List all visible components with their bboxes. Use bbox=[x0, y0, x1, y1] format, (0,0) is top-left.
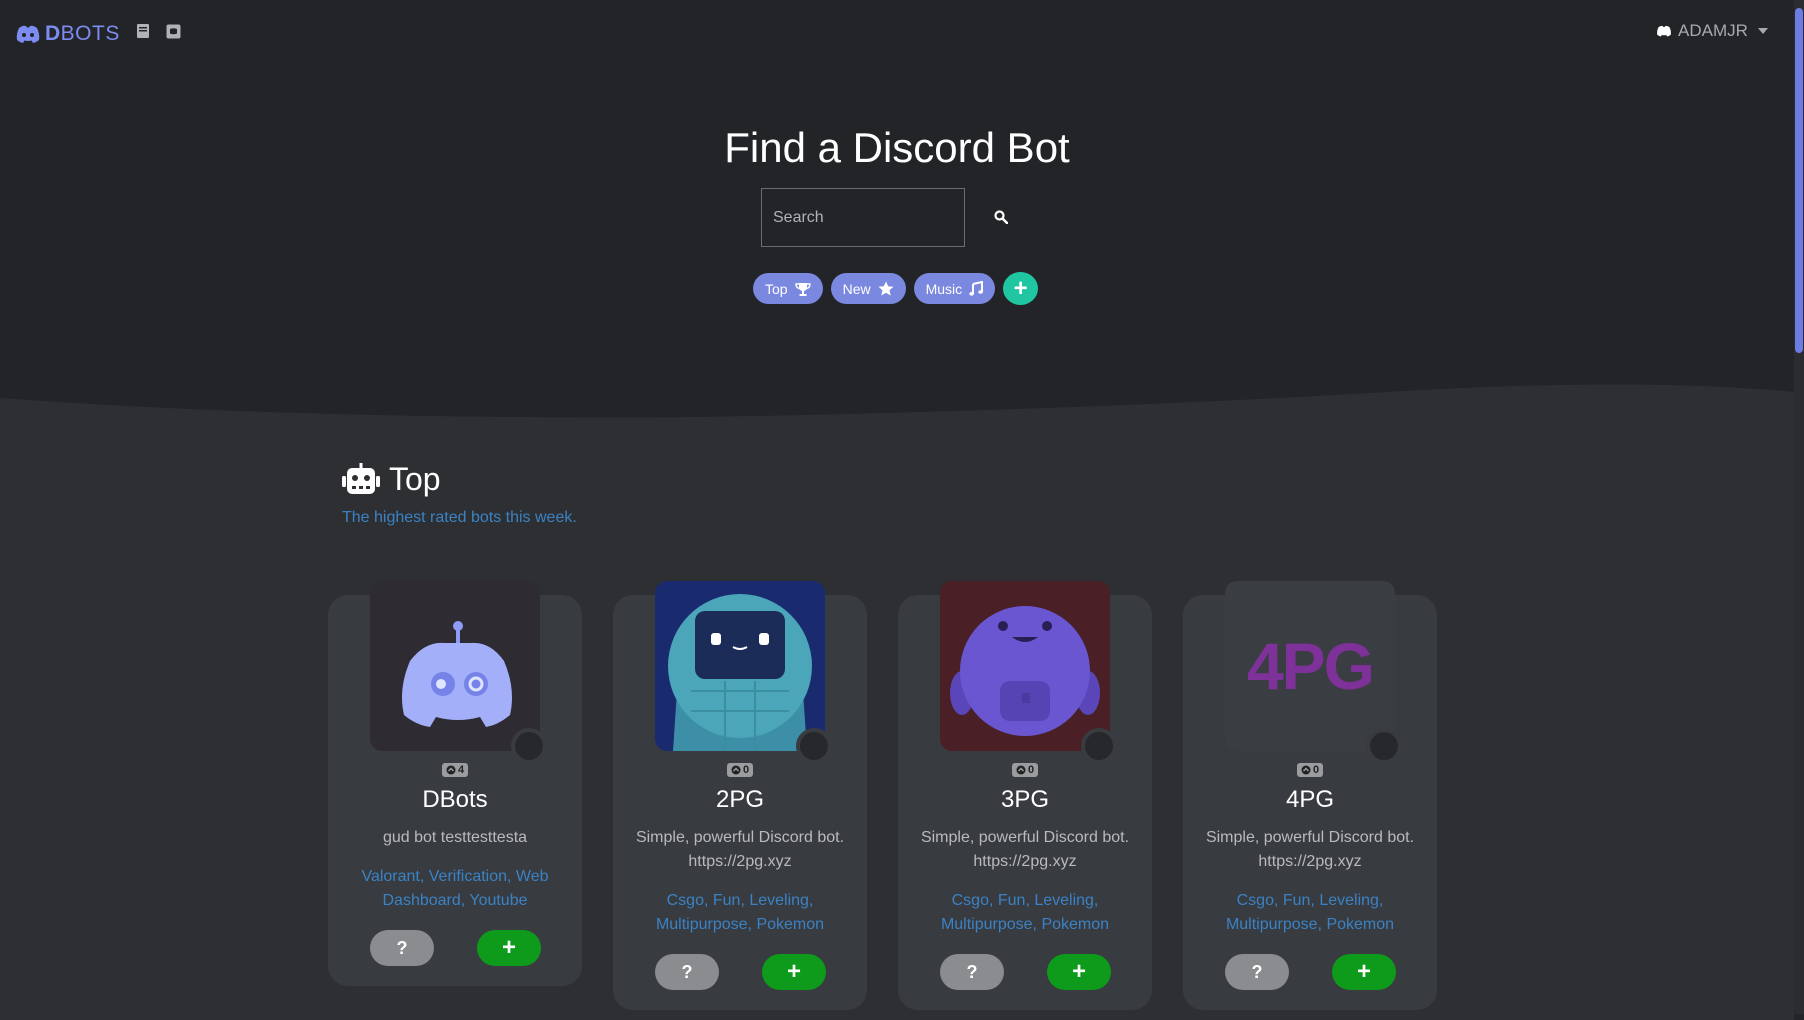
status-indicator bbox=[511, 728, 547, 764]
votes-row: 0 bbox=[898, 763, 1152, 777]
bot-name[interactable]: 2PG bbox=[613, 786, 867, 814]
votes-count: 4 bbox=[457, 764, 465, 776]
votes-badge: 0 bbox=[1011, 763, 1039, 777]
status-indicator bbox=[796, 728, 832, 764]
votes-badge: 0 bbox=[1296, 763, 1324, 777]
category-pills: Top New Music + bbox=[753, 272, 1039, 305]
upvote-icon bbox=[1301, 765, 1311, 775]
bot-card[interactable]: 0 3PG Simple, powerful Discord bot. http… bbox=[898, 581, 1152, 1010]
music-note-icon bbox=[969, 281, 984, 296]
dbots-logo-icon bbox=[402, 621, 512, 727]
pill-music[interactable]: Music bbox=[913, 273, 996, 304]
invite-bot-button[interactable]: + bbox=[1047, 954, 1111, 990]
votes-count: 0 bbox=[742, 764, 750, 776]
votes-count: 0 bbox=[1312, 764, 1320, 776]
bot-info-button[interactable]: ? bbox=[655, 954, 719, 990]
bot-card[interactable]: 4 DBots gud bot testtesttesta Valorant, … bbox=[328, 581, 582, 986]
bot-avatar[interactable]: 4PG bbox=[1225, 581, 1395, 751]
discord-server-icon[interactable] bbox=[165, 22, 181, 40]
add-bot-button[interactable]: + bbox=[1003, 272, 1039, 305]
invite-bot-button[interactable]: + bbox=[762, 954, 826, 990]
status-indicator bbox=[1366, 728, 1402, 764]
votes-badge: 0 bbox=[726, 763, 754, 777]
votes-row: 0 bbox=[1183, 763, 1437, 777]
section-title: Top bbox=[389, 461, 441, 497]
bot-info-button[interactable]: ? bbox=[1225, 954, 1289, 990]
bot-card[interactable]: 4PG 0 4PG Simple, powerful Discord bot. … bbox=[1183, 581, 1437, 1010]
bot-name[interactable]: DBots bbox=[328, 786, 582, 814]
robot-icon bbox=[342, 462, 380, 494]
bot-name[interactable]: 4PG bbox=[1183, 786, 1437, 814]
upvote-icon bbox=[446, 765, 456, 775]
pill-top[interactable]: Top bbox=[753, 273, 823, 304]
search-icon[interactable] bbox=[990, 206, 1012, 228]
bot-tags[interactable]: Csgo, Fun, Leveling, Multipurpose, Pokem… bbox=[1195, 889, 1425, 937]
bot-avatar[interactable] bbox=[370, 581, 540, 751]
bot-tags[interactable]: Csgo, Fun, Leveling, Multipurpose, Pokem… bbox=[910, 889, 1140, 937]
brand-name: DBOTS bbox=[45, 22, 120, 45]
section-header: Top bbox=[341, 461, 441, 498]
trophy-icon bbox=[794, 282, 811, 296]
votes-count: 0 bbox=[1027, 764, 1035, 776]
2pg-robot-icon bbox=[668, 594, 812, 751]
bot-description: Simple, powerful Discord bot. https://2p… bbox=[920, 829, 1130, 870]
bot-tags[interactable]: Csgo, Fun, Leveling, Multipurpose, Pokem… bbox=[625, 889, 855, 937]
bot-name[interactable]: 3PG bbox=[898, 786, 1152, 814]
scrollbar-thumb[interactable] bbox=[1795, 8, 1803, 353]
book-icon[interactable] bbox=[135, 22, 151, 40]
bot-description: gud bot testtesttesta bbox=[382, 829, 528, 846]
3pg-robot-icon bbox=[950, 606, 1100, 736]
upvote-icon bbox=[731, 765, 741, 775]
pill-new-label: New bbox=[842, 280, 871, 297]
invite-bot-button[interactable]: + bbox=[1332, 954, 1396, 990]
section-subtitle: The highest rated bots this week. bbox=[342, 509, 577, 526]
top-navbar: DBOTS ADAMJR bbox=[0, 0, 1794, 62]
page-title: Find a Discord Bot bbox=[724, 124, 1070, 171]
pill-music-label: Music bbox=[925, 280, 963, 297]
bot-info-button[interactable]: ? bbox=[370, 930, 434, 966]
lower-section bbox=[0, 380, 1794, 1020]
user-name: ADAMJR bbox=[1678, 21, 1748, 40]
bot-description: Simple, powerful Discord bot. https://2p… bbox=[635, 829, 845, 870]
bot-description: Simple, powerful Discord bot. https://2p… bbox=[1205, 829, 1415, 870]
chevron-down-icon bbox=[1757, 28, 1768, 34]
bot-avatar[interactable] bbox=[655, 581, 825, 751]
user-menu[interactable]: ADAMJR bbox=[1656, 20, 1768, 42]
star-icon bbox=[878, 281, 894, 296]
discord-logo-icon bbox=[16, 25, 40, 43]
bot-info-button[interactable]: ? bbox=[940, 954, 1004, 990]
pill-top-label: Top bbox=[765, 280, 788, 297]
votes-badge: 4 bbox=[441, 763, 469, 777]
pill-new[interactable]: New bbox=[830, 273, 906, 304]
bot-avatar[interactable] bbox=[940, 581, 1110, 751]
4pg-logo: 4PG bbox=[1246, 629, 1375, 703]
invite-bot-button[interactable]: + bbox=[477, 930, 541, 966]
bot-card[interactable]: 0 2PG Simple, powerful Discord bot. http… bbox=[613, 581, 867, 1010]
user-avatar-icon bbox=[1657, 25, 1671, 37]
wave-divider bbox=[0, 384, 1794, 1020]
search-input[interactable] bbox=[761, 188, 965, 247]
votes-row: 4 bbox=[328, 763, 582, 777]
upvote-icon bbox=[1016, 765, 1026, 775]
votes-row: 0 bbox=[613, 763, 867, 777]
brand-logo[interactable]: DBOTS bbox=[15, 20, 120, 48]
scrollbar[interactable] bbox=[1794, 0, 1804, 1014]
bot-tags[interactable]: Valorant, Verification, Web Dashboard, Y… bbox=[340, 865, 570, 913]
status-indicator bbox=[1081, 728, 1117, 764]
